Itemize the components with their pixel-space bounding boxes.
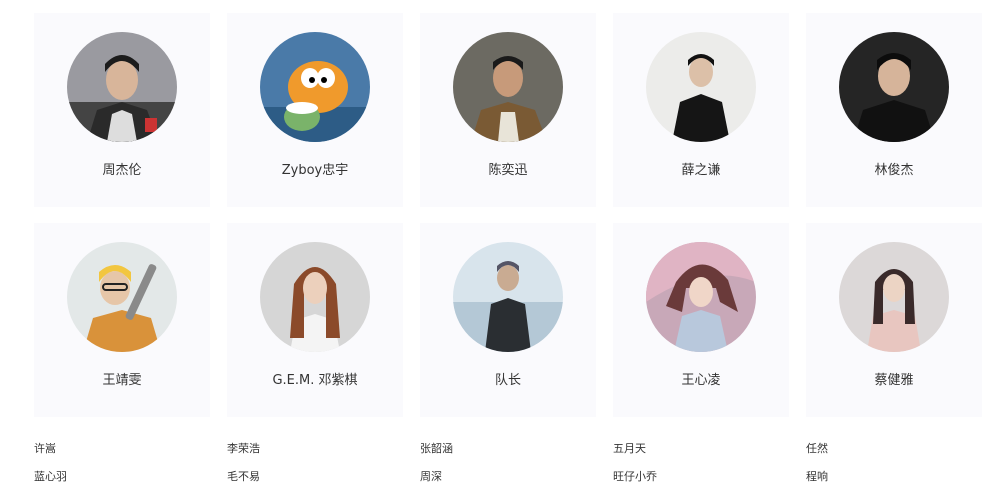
singer-name[interactable]: Zyboy忠宇: [227, 159, 403, 178]
singer-name[interactable]: 薛之谦: [613, 159, 789, 178]
singer-avatar[interactable]: [453, 242, 563, 352]
singer-link[interactable]: 蓝心羽: [34, 468, 227, 486]
singer-avatar[interactable]: [646, 242, 756, 352]
singer-name[interactable]: 陈奕迅: [420, 159, 596, 178]
singer-name[interactable]: 周杰伦: [34, 159, 210, 178]
singer-text-list: 许嵩 李荣浩 张韶涵 五月天 任然 蓝心羽 毛不易 周深 旺仔小乔 程响: [34, 440, 1000, 486]
singer-card[interactable]: 薛之谦: [613, 13, 789, 207]
singer-avatar[interactable]: [67, 242, 177, 352]
singer-card[interactable]: 蔡健雅: [806, 223, 982, 417]
singer-link[interactable]: 张韶涵: [420, 440, 613, 458]
singer-name[interactable]: 王心凌: [613, 369, 789, 388]
singer-link[interactable]: 许嵩: [34, 440, 227, 458]
singer-name[interactable]: G.E.M. 邓紫棋: [227, 369, 403, 388]
singer-link[interactable]: 五月天: [613, 440, 806, 458]
singer-card[interactable]: G.E.M. 邓紫棋: [227, 223, 403, 417]
singer-grid: 周杰伦 Zyboy忠宇 陈奕迅 薛之谦 林俊杰 王靖雯 G.E.M. 邓紫棋 队…: [34, 13, 984, 417]
singer-link[interactable]: 毛不易: [227, 468, 420, 486]
singer-link[interactable]: 李荣浩: [227, 440, 420, 458]
singer-link[interactable]: 周深: [420, 468, 613, 486]
singer-avatar[interactable]: [260, 32, 370, 142]
singer-link[interactable]: 程响: [806, 468, 999, 486]
singer-avatar[interactable]: [839, 32, 949, 142]
singer-card[interactable]: 王靖雯: [34, 223, 210, 417]
singer-avatar[interactable]: [839, 242, 949, 352]
singer-name[interactable]: 蔡健雅: [806, 369, 982, 388]
singer-link[interactable]: 旺仔小乔: [613, 468, 806, 486]
singer-card[interactable]: Zyboy忠宇: [227, 13, 403, 207]
singer-name[interactable]: 队长: [420, 369, 596, 388]
singer-name[interactable]: 林俊杰: [806, 159, 982, 178]
singer-avatar[interactable]: [67, 32, 177, 142]
singer-name[interactable]: 王靖雯: [34, 369, 210, 388]
singer-card[interactable]: 周杰伦: [34, 13, 210, 207]
singer-card[interactable]: 陈奕迅: [420, 13, 596, 207]
singer-card[interactable]: 林俊杰: [806, 13, 982, 207]
singer-avatar[interactable]: [453, 32, 563, 142]
singer-card[interactable]: 队长: [420, 223, 596, 417]
singer-avatar[interactable]: [646, 32, 756, 142]
singer-card[interactable]: 王心凌: [613, 223, 789, 417]
singer-avatar[interactable]: [260, 242, 370, 352]
singer-link[interactable]: 任然: [806, 440, 999, 458]
